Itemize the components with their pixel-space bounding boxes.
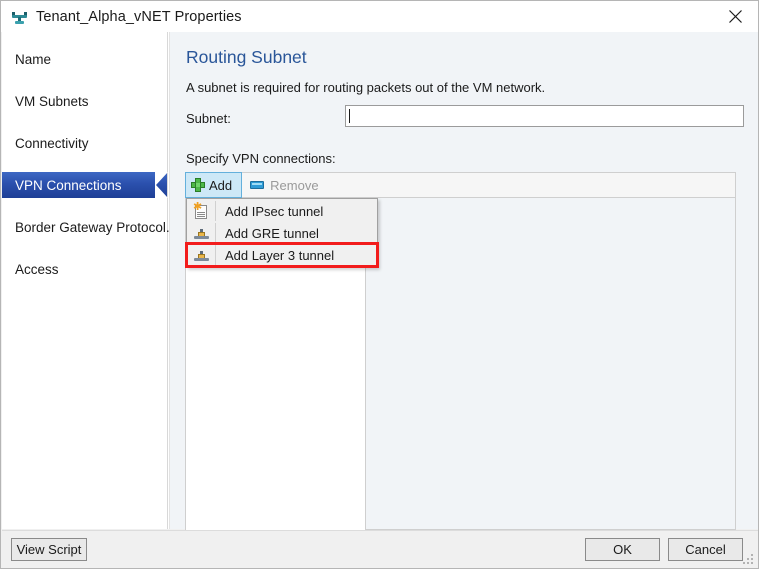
dialog-body: Name VM Subnets Connectivity VPN Connect… [2, 32, 758, 530]
menu-item-add-layer-3-tunnel[interactable]: Add Layer 3 tunnel [185, 242, 379, 268]
sidebar-item-vpn-connections[interactable]: VPN Connections [2, 172, 168, 198]
router-icon [187, 228, 215, 239]
subnet-label: Subnet: [186, 111, 231, 126]
page-description: A subnet is required for routing packets… [186, 80, 546, 95]
add-dropdown-menu: ✱ Add IPsec tunnel Add GRE tunnel Add La… [185, 198, 379, 268]
add-button[interactable]: Add [185, 172, 243, 198]
chevron-right-icon [155, 172, 168, 198]
blue-minus-icon [250, 181, 265, 189]
vpn-connections-toolbar: Add Remove [185, 172, 736, 198]
sidebar-nav: Name VM Subnets Connectivity VPN Connect… [2, 32, 177, 529]
resize-grip[interactable] [743, 554, 755, 566]
remove-button[interactable]: Remove [242, 173, 328, 197]
title-bar: Tenant_Alpha_vNET Properties [1, 1, 758, 32]
window-title: Tenant_Alpha_vNET Properties [36, 8, 242, 25]
cancel-button[interactable]: Cancel [668, 538, 743, 561]
subnet-input[interactable] [345, 105, 744, 127]
menu-item-label: Add GRE tunnel [225, 225, 319, 241]
sidebar-item-label: Border Gateway Protocol... [15, 219, 178, 235]
sidebar-item-label: VM Subnets [15, 93, 89, 109]
new-document-icon: ✱ [187, 201, 215, 219]
view-script-button[interactable]: View Script [11, 538, 87, 561]
green-plus-icon [191, 178, 205, 192]
router-icon [187, 250, 215, 261]
dialog-footer: View Script OK Cancel [2, 530, 758, 568]
ok-button[interactable]: OK [585, 538, 660, 561]
sidebar-item-label: Access [15, 261, 59, 277]
menu-item-label: Add IPsec tunnel [225, 203, 324, 219]
menu-item-add-ipsec-tunnel[interactable]: ✱ Add IPsec tunnel [187, 200, 377, 222]
sidebar-item-access[interactable]: Access [2, 256, 167, 282]
page-title: Routing Subnet [186, 47, 307, 67]
content-pane: Routing Subnet A subnet is required for … [169, 32, 758, 530]
menu-item-label: Add Layer 3 tunnel [225, 247, 335, 263]
menu-item-add-gre-tunnel[interactable]: Add GRE tunnel [187, 222, 377, 244]
sidebar-item-label: Name [15, 51, 52, 67]
network-adapter-icon [10, 8, 28, 26]
text-caret [349, 109, 350, 123]
remove-button-label: Remove [270, 177, 319, 193]
close-icon[interactable] [712, 1, 758, 31]
sidebar-item-name[interactable]: Name [2, 46, 167, 72]
properties-dialog: Tenant_Alpha_vNET Properties Name VM Sub… [0, 0, 759, 569]
sidebar-item-vm-subnets[interactable]: VM Subnets [2, 88, 167, 114]
sidebar-item-label: VPN Connections [15, 177, 122, 193]
specify-vpn-connections-label: Specify VPN connections: [186, 151, 336, 166]
sidebar-item-connectivity[interactable]: Connectivity [2, 130, 167, 156]
add-button-label: Add [209, 177, 233, 193]
sidebar-item-border-gateway-protocol[interactable]: Border Gateway Protocol... [2, 214, 177, 240]
sidebar-item-label: Connectivity [15, 135, 89, 151]
